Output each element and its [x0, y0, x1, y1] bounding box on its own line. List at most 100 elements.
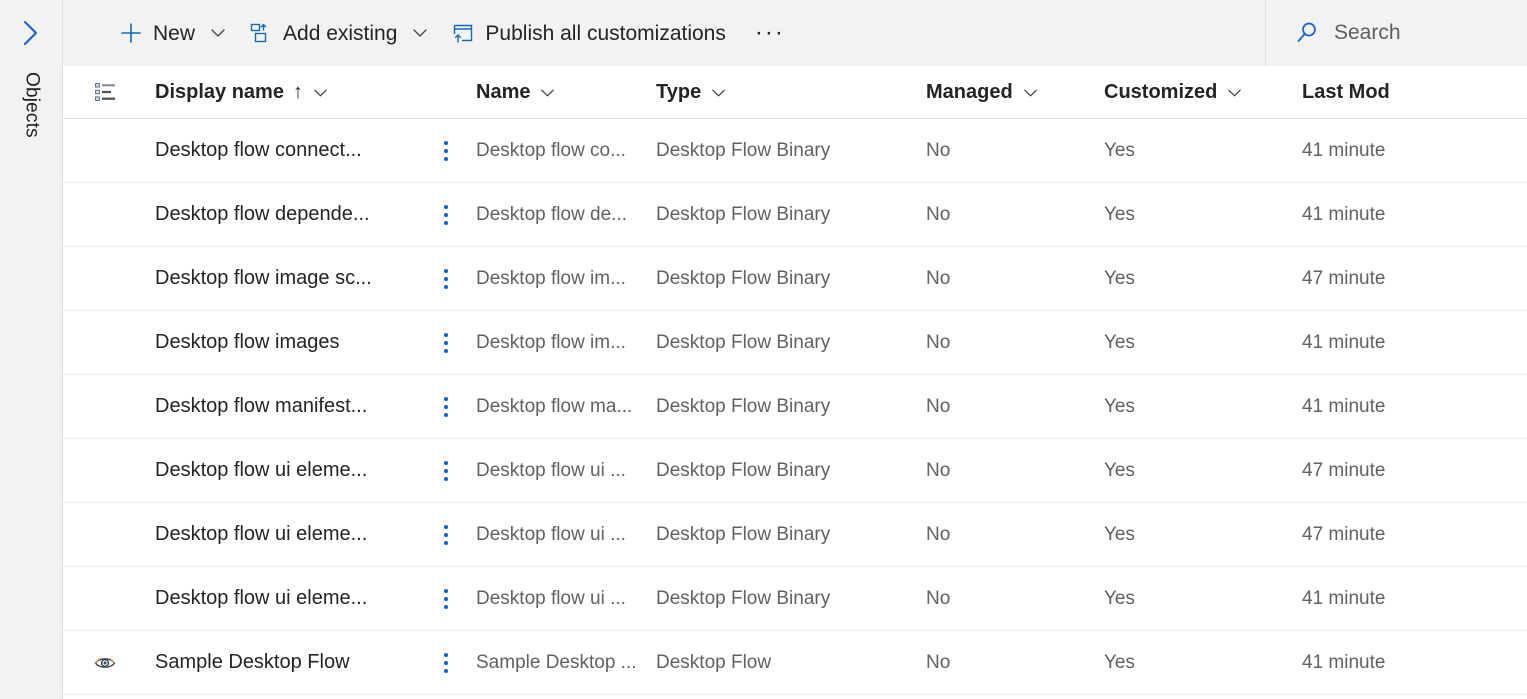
- grid-header-customized[interactable]: Customized: [1104, 81, 1302, 104]
- table-row[interactable]: Desktop flow image sc... Desktop flow im.…: [63, 247, 1527, 311]
- row-type: Desktop Flow Binary: [656, 267, 831, 289]
- row-menu-cell[interactable]: [416, 454, 476, 488]
- row-type: Desktop Flow Binary: [656, 459, 831, 481]
- row-display-name-cell[interactable]: Desktop flow manifest...: [146, 395, 416, 418]
- row-more-options-icon[interactable]: [432, 390, 460, 424]
- table-row[interactable]: Desktop flow depende... Desktop flow de..…: [63, 183, 1527, 247]
- row-display-name: Desktop flow ui eleme...: [155, 587, 368, 609]
- row-name: Sample Desktop ...: [476, 651, 637, 673]
- row-name: Desktop flow ui ...: [476, 587, 626, 609]
- grid-header-managed[interactable]: Managed: [926, 81, 1104, 104]
- chevron-down-icon[interactable]: [312, 84, 329, 101]
- row-last-modified: 47 minute: [1302, 523, 1386, 545]
- add-existing-icon: [249, 21, 273, 45]
- row-name-cell: Desktop flow im...: [476, 268, 656, 290]
- chevron-down-icon[interactable]: [1022, 84, 1039, 101]
- search-icon: [1294, 20, 1320, 46]
- row-managed: No: [926, 651, 951, 673]
- row-menu-cell[interactable]: [416, 518, 476, 552]
- row-last-modified: 41 minute: [1302, 395, 1386, 417]
- publish-all-customizations-label: Publish all customizations: [485, 21, 726, 45]
- row-type: Desktop Flow Binary: [656, 587, 831, 609]
- table-row[interactable]: Desktop flow ui eleme... Desktop flow ui …: [63, 567, 1527, 631]
- row-customized: Yes: [1104, 139, 1135, 161]
- grid-header-view-selector[interactable]: [63, 80, 146, 104]
- table-row[interactable]: Desktop flow connect... Desktop flow co..…: [63, 119, 1527, 183]
- row-managed: No: [926, 203, 951, 225]
- chevron-right-icon: [20, 18, 42, 48]
- row-display-name-cell[interactable]: Desktop flow connect...: [146, 139, 416, 162]
- row-more-options-icon[interactable]: [432, 518, 460, 552]
- table-row[interactable]: Sample Desktop Flow Sample Desktop ... Des…: [63, 631, 1527, 695]
- row-menu-cell[interactable]: [416, 582, 476, 616]
- publish-all-customizations-button[interactable]: Publish all customizations: [441, 9, 735, 57]
- row-type-cell: Desktop Flow Binary: [656, 268, 926, 290]
- add-existing-button[interactable]: Add existing: [239, 9, 441, 57]
- row-managed-cell: No: [926, 332, 1104, 354]
- more-commands-icon[interactable]: ···: [748, 11, 792, 55]
- row-more-options-icon[interactable]: [432, 198, 460, 232]
- row-display-name: Desktop flow image sc...: [155, 267, 372, 289]
- grid-header-last-modified[interactable]: Last Mod: [1302, 81, 1502, 104]
- row-display-name-cell[interactable]: Desktop flow ui eleme...: [146, 459, 416, 482]
- row-display-name-cell[interactable]: Desktop flow images: [146, 331, 416, 354]
- row-menu-cell[interactable]: [416, 134, 476, 168]
- row-display-name-cell[interactable]: Desktop flow ui eleme...: [146, 587, 416, 610]
- row-last-modified: 47 minute: [1302, 267, 1386, 289]
- row-menu-cell[interactable]: [416, 326, 476, 360]
- search-box[interactable]: Search: [1265, 0, 1527, 66]
- table-row[interactable]: Desktop flow images Desktop flow im... Des…: [63, 311, 1527, 375]
- row-display-name: Sample Desktop Flow: [155, 651, 350, 673]
- row-more-options-icon[interactable]: [432, 646, 460, 680]
- row-customized-cell: Yes: [1104, 268, 1302, 290]
- row-last-modified-cell: 47 minute: [1302, 460, 1502, 482]
- row-managed-cell: No: [926, 460, 1104, 482]
- row-managed: No: [926, 395, 951, 417]
- row-customized: Yes: [1104, 523, 1135, 545]
- chevron-down-icon[interactable]: [409, 22, 431, 44]
- app-root: Objects New Add existing Publish all cus…: [0, 0, 1527, 699]
- row-name-cell: Desktop flow im...: [476, 332, 656, 354]
- row-display-name-cell[interactable]: Desktop flow image sc...: [146, 267, 416, 290]
- row-more-options-icon[interactable]: [432, 454, 460, 488]
- grid-body: Desktop flow connect... Desktop flow co..…: [63, 119, 1527, 695]
- grid-header-display-name[interactable]: Display name ↑: [146, 81, 416, 104]
- row-more-options-icon[interactable]: [432, 134, 460, 168]
- row-display-name-cell[interactable]: Desktop flow depende...: [146, 203, 416, 226]
- row-menu-cell[interactable]: [416, 646, 476, 680]
- row-customized-cell: Yes: [1104, 140, 1302, 162]
- chevron-down-icon[interactable]: [710, 84, 727, 101]
- row-customized-cell: Yes: [1104, 460, 1302, 482]
- list-view-icon[interactable]: [93, 80, 117, 104]
- row-managed: No: [926, 459, 951, 481]
- grid-header-name[interactable]: Name: [476, 81, 656, 104]
- row-display-name-cell[interactable]: Desktop flow ui eleme...: [146, 523, 416, 546]
- row-menu-cell[interactable]: [416, 390, 476, 424]
- chevron-down-icon[interactable]: [207, 22, 229, 44]
- row-menu-cell[interactable]: [416, 262, 476, 296]
- row-last-modified: 41 minute: [1302, 651, 1386, 673]
- plus-icon: [119, 21, 143, 45]
- row-managed: No: [926, 523, 951, 545]
- row-menu-cell[interactable]: [416, 198, 476, 232]
- chevron-down-icon[interactable]: [1226, 84, 1243, 101]
- row-more-options-icon[interactable]: [432, 582, 460, 616]
- table-row[interactable]: Desktop flow ui eleme... Desktop flow ui …: [63, 439, 1527, 503]
- objects-grid: Display name ↑ Name Type Managed Customi…: [63, 66, 1527, 699]
- search-input-placeholder: Search: [1334, 21, 1401, 44]
- row-customized: Yes: [1104, 651, 1135, 673]
- table-row[interactable]: Desktop flow ui eleme... Desktop flow ui …: [63, 503, 1527, 567]
- new-button[interactable]: New: [109, 9, 239, 57]
- row-last-modified-cell: 41 minute: [1302, 396, 1502, 418]
- row-managed-cell: No: [926, 140, 1104, 162]
- sidebar-expand-button[interactable]: [14, 16, 48, 50]
- row-more-options-icon[interactable]: [432, 326, 460, 360]
- row-display-name-cell[interactable]: Sample Desktop Flow: [146, 651, 416, 674]
- grid-header-type[interactable]: Type: [656, 81, 926, 104]
- chevron-down-icon[interactable]: [539, 84, 556, 101]
- table-row[interactable]: Desktop flow manifest... Desktop flow ma.…: [63, 375, 1527, 439]
- row-more-options-icon[interactable]: [432, 262, 460, 296]
- more-commands-label: ···: [754, 19, 785, 47]
- eye-icon: [93, 651, 117, 675]
- row-customized: Yes: [1104, 459, 1135, 481]
